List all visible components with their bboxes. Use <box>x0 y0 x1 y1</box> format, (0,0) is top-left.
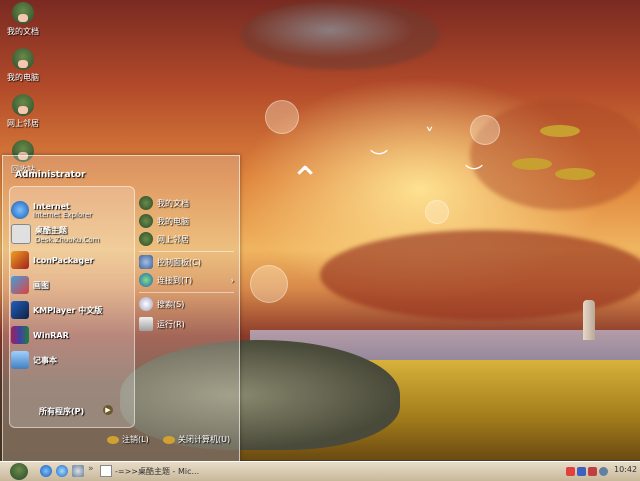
media-player-icon[interactable] <box>56 465 68 477</box>
start-item-subtitle: Internet Explorer <box>33 210 93 219</box>
kmplayer-icon <box>11 301 29 319</box>
start-item-paint[interactable]: 画图 <box>11 276 49 294</box>
desktop-icon-network-places[interactable]: 网上邻居 <box>2 94 44 129</box>
lighthouse-shape <box>583 300 595 340</box>
shutdown-label: 关闭计算机(U) <box>178 435 231 444</box>
security-icon[interactable] <box>588 467 597 476</box>
connect-to-icon <box>139 273 153 287</box>
start-right-search[interactable]: 搜索(S) <box>139 297 184 311</box>
start-item-title: 画图 <box>33 280 49 290</box>
start-right-my-computer[interactable]: 我的电脑 <box>139 214 189 228</box>
control-panel-icon <box>139 255 153 269</box>
start-right-label: 搜索(S) <box>157 299 185 309</box>
start-item-kmplayer[interactable]: KMPlayer 中文版 <box>11 301 102 319</box>
wallpaper-bubble <box>470 115 500 145</box>
start-menu: Administrator Internet Internet Explorer… <box>2 155 240 462</box>
wallpaper-bubble <box>425 200 449 224</box>
plane-shape <box>555 168 595 180</box>
my-computer-icon <box>139 214 153 228</box>
bird-shape: ︶ <box>370 149 388 170</box>
internet-explorer-icon[interactable] <box>40 465 52 477</box>
arrow-right-icon: › <box>230 275 234 285</box>
start-menu-user-name: Administrator <box>15 170 86 180</box>
start-item-zhuoku[interactable]: 桌酷主题 Desk.ZhuoKu.Com <box>11 224 99 244</box>
start-right-label: 控制面板(C) <box>157 257 201 267</box>
plane-shape <box>540 125 580 137</box>
start-item-iconpackager[interactable]: IconPackager <box>11 251 94 269</box>
start-button[interactable] <box>10 463 28 480</box>
desktop-icon-label: 我的文档 <box>7 27 39 36</box>
search-icon <box>139 297 153 311</box>
wallpaper-cloud <box>240 0 440 70</box>
start-item-title: KMPlayer 中文版 <box>33 305 103 315</box>
start-item-title: Internet <box>33 201 70 211</box>
desktop-icon-my-documents[interactable]: 我的文档 <box>2 2 44 37</box>
start-right-label: 连接到(T) <box>157 275 193 285</box>
power-icon <box>163 435 175 444</box>
my-documents-icon <box>139 196 153 210</box>
taskbar-clock[interactable]: 10:42 <box>614 465 637 474</box>
paint-icon <box>11 276 29 294</box>
bird-shape: ︶ <box>465 164 483 185</box>
internet-explorer-icon <box>11 201 29 219</box>
key-icon <box>107 435 119 444</box>
plane-shape <box>512 158 552 170</box>
start-right-control-panel[interactable]: 控制面板(C) <box>139 255 201 269</box>
start-item-title: 桌酷主题 <box>35 225 67 235</box>
bird-shape: ⌃ <box>290 160 321 201</box>
my-computer-icon <box>12 48 34 70</box>
shutdown-button[interactable]: 关闭计算机(U) <box>163 434 230 445</box>
wallpaper-bubble <box>250 265 288 303</box>
start-item-winrar[interactable]: WinRAR <box>11 326 69 344</box>
all-programs-button[interactable]: 所有程序(P) <box>39 406 84 417</box>
start-right-connect-to[interactable]: 连接到(T) › <box>139 273 234 287</box>
start-item-title: IconPackager <box>33 255 94 265</box>
run-icon <box>139 317 153 331</box>
start-item-subtitle: Desk.ZhuoKu.Com <box>35 235 100 244</box>
start-right-label: 我的文档 <box>157 198 189 208</box>
winrar-icon <box>11 326 29 344</box>
start-right-label: 运行(R) <box>157 319 185 329</box>
desktop-icon-label: 网上邻居 <box>7 119 39 128</box>
start-right-label: 网上邻居 <box>157 234 189 244</box>
iconpackager-icon <box>11 251 29 269</box>
volume-icon[interactable] <box>599 467 608 476</box>
bird-shape: ˅ <box>425 125 434 146</box>
start-item-title: 记事本 <box>33 355 57 365</box>
network-places-icon <box>139 232 153 246</box>
desktop-icon-label: 我的电脑 <box>7 73 39 82</box>
taskbar-window-title: -=>>桌酷主题 - Mic... <box>115 466 200 476</box>
start-right-label: 我的电脑 <box>157 216 189 226</box>
start-item-notepad[interactable]: 记事本 <box>11 351 57 369</box>
my-documents-icon <box>12 2 34 24</box>
menu-separator <box>139 292 234 293</box>
qq-icon[interactable] <box>566 467 575 476</box>
start-item-title: WinRAR <box>33 330 69 340</box>
logoff-label: 注销(L) <box>122 435 149 444</box>
chevron-right-icon[interactable]: » <box>88 464 94 474</box>
logoff-button[interactable]: 注销(L) <box>107 434 149 445</box>
notepad-icon <box>11 351 29 369</box>
start-right-my-documents[interactable]: 我的文档 <box>139 196 189 210</box>
menu-separator <box>139 251 234 252</box>
taskbar: » -=>>桌酷主题 - Mic... 10:42 <box>0 461 640 481</box>
start-right-run[interactable]: 运行(R) <box>139 317 185 331</box>
network-places-icon <box>12 94 34 116</box>
show-desktop-icon[interactable] <box>72 465 84 477</box>
window-icon <box>100 465 112 477</box>
taskbar-window-button[interactable]: -=>>桌酷主题 - Mic... <box>100 464 200 478</box>
wallpaper-bubble <box>265 100 299 134</box>
zhuoku-theme-icon <box>11 224 31 244</box>
start-right-network-places[interactable]: 网上邻居 <box>139 232 189 246</box>
wallpaper-cloud <box>470 100 640 210</box>
network-icon[interactable] <box>577 467 586 476</box>
arrow-right-icon: ▶ <box>103 405 113 415</box>
start-item-internet[interactable]: Internet Internet Explorer <box>11 201 92 219</box>
desktop-icon-my-computer[interactable]: 我的电脑 <box>2 48 44 83</box>
